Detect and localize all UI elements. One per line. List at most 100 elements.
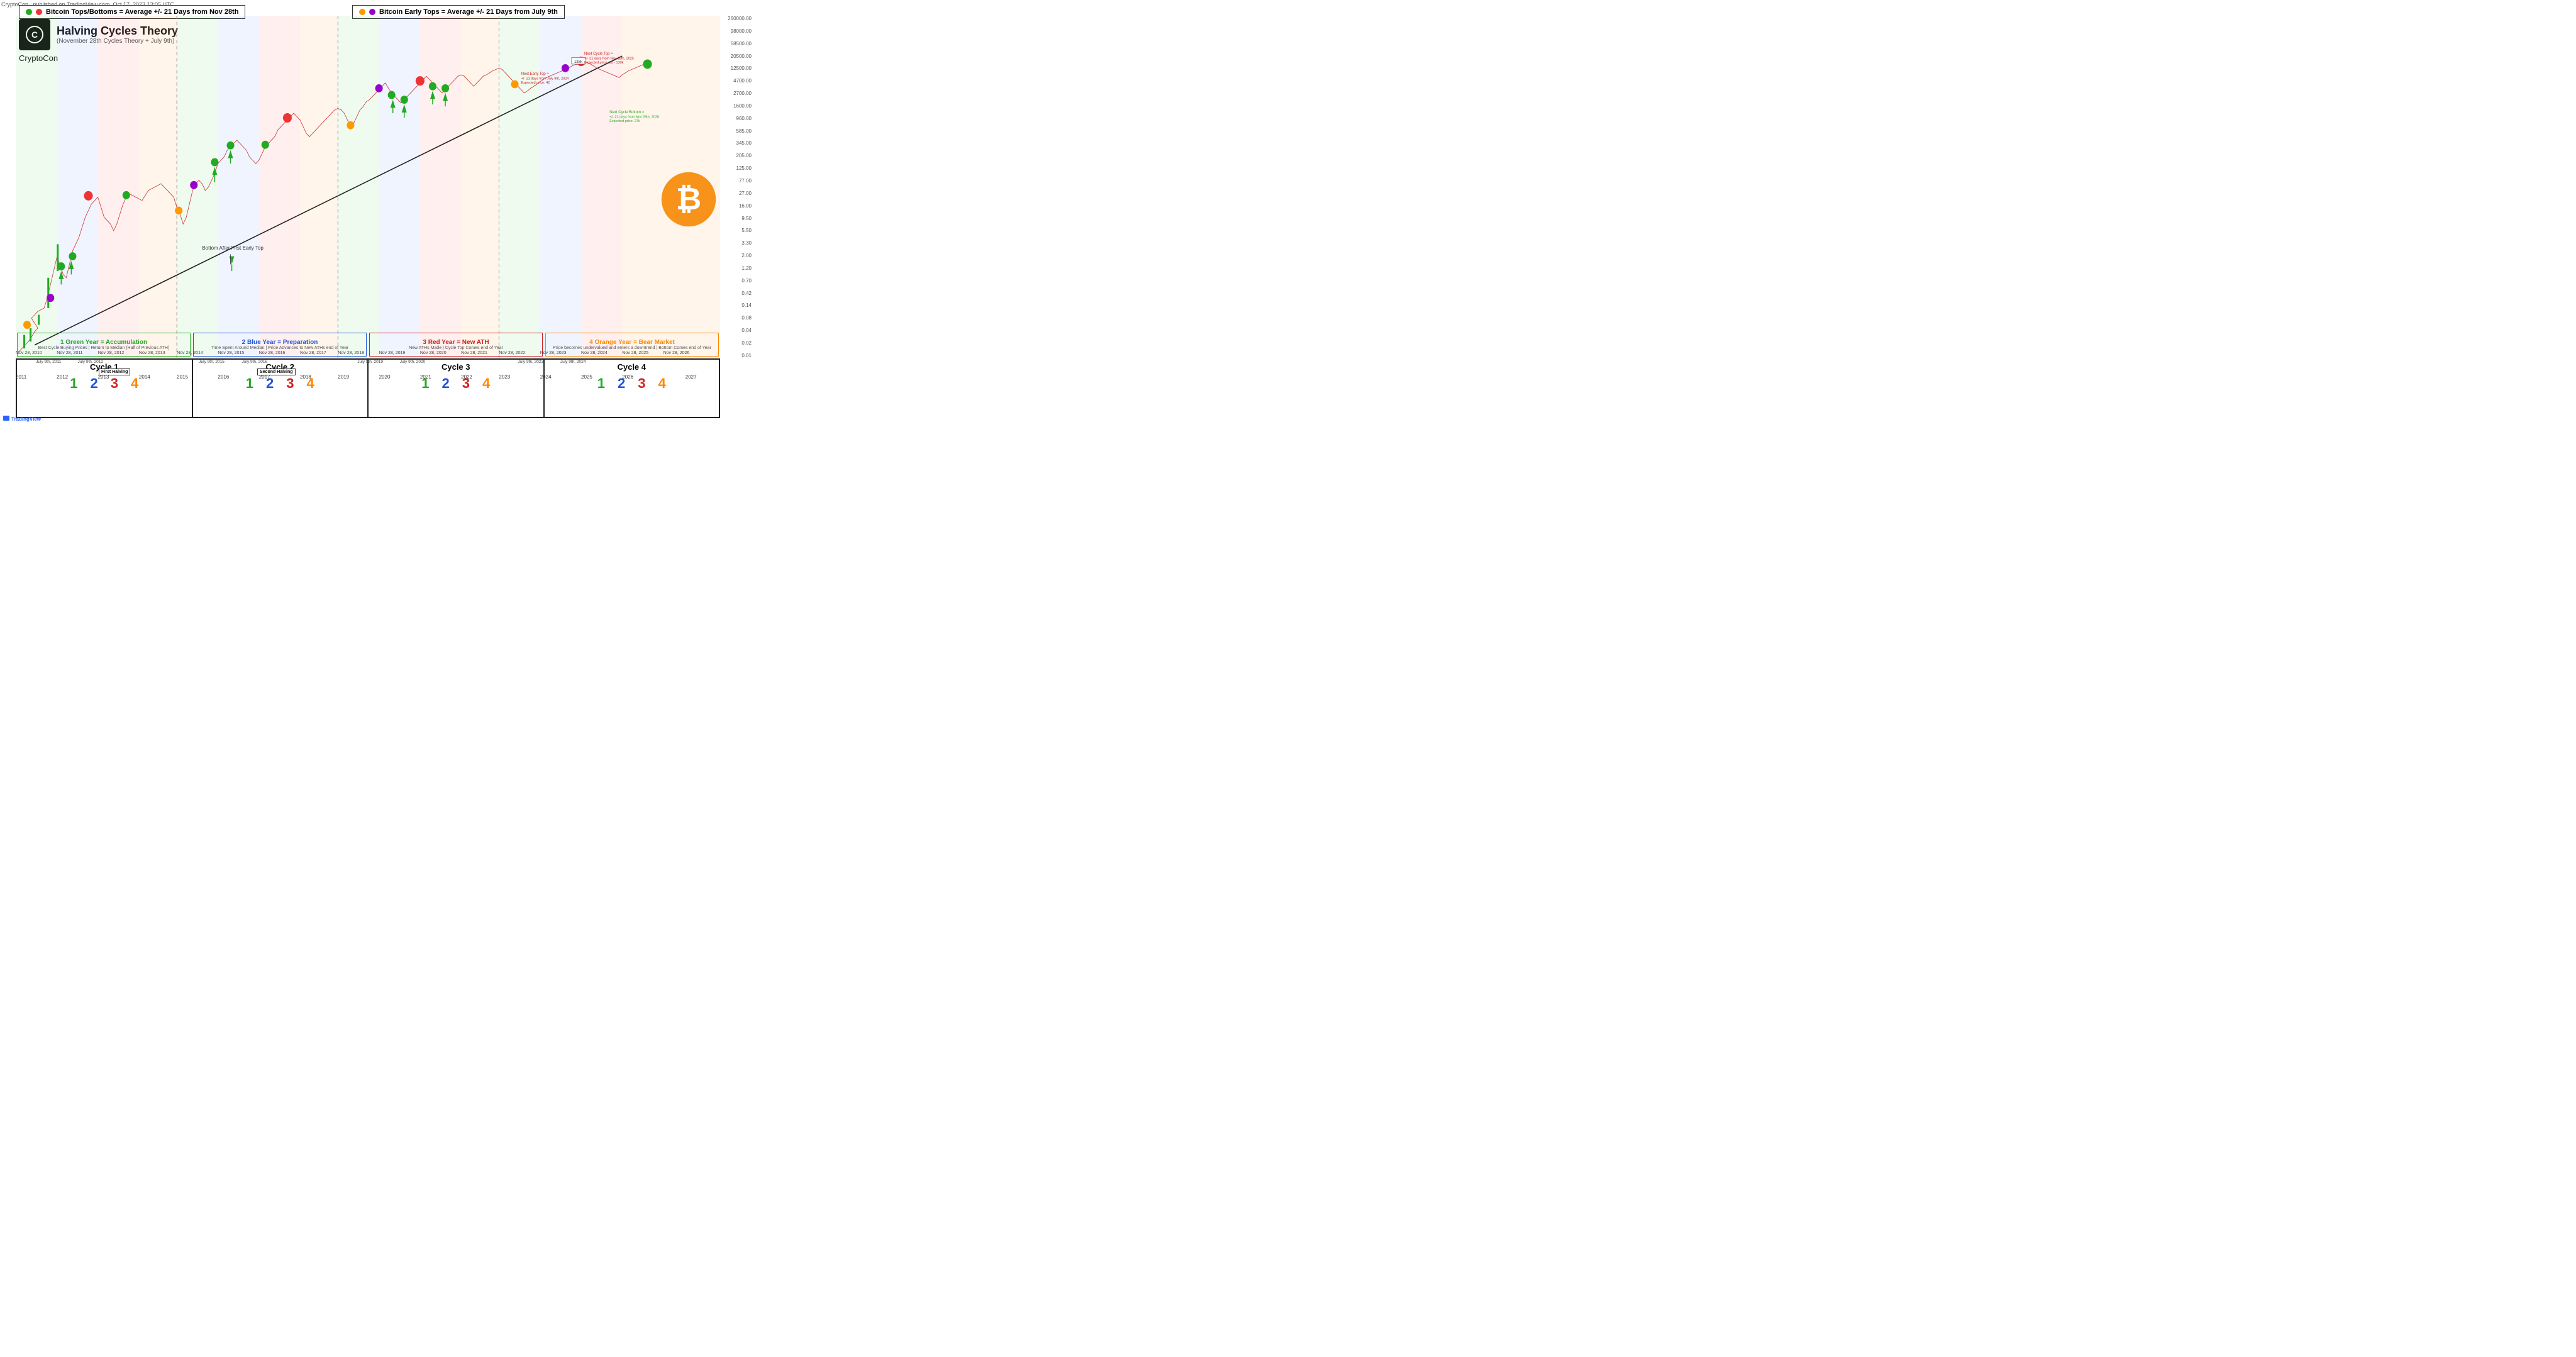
- legend-left-text: Bitcoin Tops/Bottoms = Average +/- 21 Da…: [46, 8, 238, 16]
- svg-text:TradingView: TradingView: [11, 416, 42, 422]
- y-label: 0.04: [741, 328, 752, 333]
- y-label: 27.00: [739, 191, 752, 196]
- svg-text:July 9th, 2016: July 9th, 2016: [242, 360, 268, 364]
- y-label: 345.00: [736, 140, 752, 146]
- svg-text:July 9th, 2019: July 9th, 2019: [357, 360, 383, 364]
- svg-text:2027: 2027: [686, 374, 697, 380]
- y-label: 205.00: [736, 153, 752, 158]
- svg-text:Nov 28, 2026: Nov 28, 2026: [663, 351, 690, 355]
- y-label: 0.42: [741, 291, 752, 296]
- svg-text:2018: 2018: [300, 374, 311, 380]
- svg-text:July 9th, 2011: July 9th, 2011: [36, 360, 61, 364]
- y-label: 98000.00: [731, 28, 752, 34]
- svg-text:July 9th, 2024: July 9th, 2024: [560, 360, 586, 364]
- svg-text:2020: 2020: [379, 374, 391, 380]
- svg-text:2014: 2014: [139, 374, 150, 380]
- svg-text:2022: 2022: [461, 374, 472, 380]
- svg-text:Nov 28, 2013: Nov 28, 2013: [139, 351, 165, 355]
- y-label: 9.50: [741, 216, 752, 221]
- svg-text:Next Cycle Bottom ≈: Next Cycle Bottom ≈: [609, 110, 644, 114]
- svg-text:Nov 28, 2020: Nov 28, 2020: [420, 351, 447, 355]
- svg-text:Nov 28, 2015: Nov 28, 2015: [218, 351, 244, 355]
- y-axis: 260000.00 98000.00 58500.00 20500.00 125…: [720, 16, 752, 358]
- orange-year-title: 4 Orange Year = Bear Market: [589, 339, 675, 346]
- y-label: 0.70: [741, 278, 752, 284]
- svg-text:2013: 2013: [98, 374, 109, 380]
- svg-text:Expected price: 27k: Expected price: 27k: [609, 119, 640, 123]
- y-label: 12500.00: [731, 65, 752, 71]
- price-chart: 138k Bottom After First Early Top Next E…: [16, 16, 720, 358]
- blue-year-title: 2 Blue Year = Preparation: [242, 339, 318, 346]
- svg-text:July 9th, 2015: July 9th, 2015: [199, 360, 225, 364]
- x-axis-dates: Nov 28, 2010 Nov 28, 2011 Nov 28, 2012 N…: [16, 346, 720, 357]
- svg-text:₿: ₿: [676, 182, 701, 216]
- svg-text:July 9th, 2020: July 9th, 2020: [400, 360, 426, 364]
- y-label: 2.00: [741, 253, 752, 258]
- purple-dot-legend: [369, 9, 375, 15]
- svg-text:Nov 28, 2014: Nov 28, 2014: [177, 351, 203, 355]
- y-label: 0.08: [741, 315, 752, 321]
- svg-text:Nov 28, 2022: Nov 28, 2022: [499, 351, 525, 355]
- y-label: 0.02: [741, 340, 752, 346]
- cycle-labels: Cycle 1 1 2 3 4 Cycle 2 1 2 3 4 Cycle 3 …: [16, 358, 720, 418]
- svg-text:July 9th, 2012: July 9th, 2012: [77, 360, 103, 364]
- svg-text:July 9th, 2023: July 9th, 2023: [518, 360, 544, 364]
- svg-text:Nov 28, 2017: Nov 28, 2017: [300, 351, 326, 355]
- svg-text:Nov 28, 2010: Nov 28, 2010: [16, 351, 42, 355]
- green-year-title: 1 Green Year = Accumulation: [60, 339, 147, 346]
- y-label: 260000.00: [728, 16, 752, 21]
- svg-text:Expected price: 90 - 130k: Expected price: 90 - 130k: [584, 61, 624, 65]
- svg-text:138k: 138k: [574, 60, 583, 64]
- svg-text:2025: 2025: [581, 374, 592, 380]
- orange-dot-legend: [359, 9, 365, 15]
- svg-text:2016: 2016: [218, 374, 229, 380]
- cycle-4-section: Cycle 4 1 2 3 4: [545, 360, 719, 417]
- svg-text:Nov 28, 2023: Nov 28, 2023: [540, 351, 567, 355]
- y-label: 16.00: [739, 203, 752, 209]
- svg-text:Expected price: 42: Expected price: 42: [521, 81, 550, 85]
- svg-text:Next Cycle Top ≈: Next Cycle Top ≈: [584, 52, 613, 56]
- red-dot-legend: [36, 9, 42, 15]
- svg-text:Nov 28, 2011: Nov 28, 2011: [57, 351, 82, 355]
- y-label: 20500.00: [731, 53, 752, 59]
- svg-text:2012: 2012: [57, 374, 68, 380]
- y-label: 5.50: [741, 228, 752, 233]
- svg-text:2026: 2026: [622, 374, 633, 380]
- svg-text:Nov 28, 2025: Nov 28, 2025: [622, 351, 648, 355]
- svg-text:Nov 28, 2016: Nov 28, 2016: [259, 351, 286, 355]
- svg-text:Nov 28, 2018: Nov 28, 2018: [338, 351, 364, 355]
- svg-text:Nov 28, 2012: Nov 28, 2012: [98, 351, 125, 355]
- y-label: 0.14: [741, 302, 752, 308]
- green-dot-legend: [26, 9, 32, 15]
- x-axis-years: 2011 2012 2013 2014 2015 2016 2017 2018 …: [16, 372, 720, 380]
- y-label: 0.01: [741, 353, 752, 358]
- svg-text:Bottom After First Early Top: Bottom After First Early Top: [202, 245, 264, 251]
- y-label: 1600.00: [733, 103, 752, 109]
- x-axis-july-dates: July 9th, 2011 July 9th, 2012 July 9th, …: [16, 356, 720, 365]
- y-label: 960.00: [736, 116, 752, 121]
- red-year-title: 3 Red Year = New ATH: [423, 339, 489, 346]
- svg-text:2024: 2024: [540, 374, 552, 380]
- bitcoin-logo: ₿: [660, 171, 717, 228]
- svg-text:+/- 21 days from July 9th, 202: +/- 21 days from July 9th, 2024: [521, 77, 569, 80]
- svg-text:2011: 2011: [16, 374, 27, 380]
- svg-text:Nov 28, 2024: Nov 28, 2024: [581, 351, 608, 355]
- y-label: 2700.00: [733, 91, 752, 96]
- y-label: 585.00: [736, 128, 752, 134]
- y-label: 77.00: [739, 178, 752, 184]
- y-label: 4700.00: [733, 78, 752, 84]
- svg-text:+/- 21 days from Nov 28th, 202: +/- 21 days from Nov 28th, 2026: [609, 115, 659, 119]
- svg-text:2017: 2017: [259, 374, 270, 380]
- svg-text:Nov 28, 2019: Nov 28, 2019: [379, 351, 406, 355]
- cycle-3-section: Cycle 3 1 2 3 4: [369, 360, 545, 417]
- svg-text:Nov 28, 2021: Nov 28, 2021: [461, 351, 487, 355]
- tradingview-mark: TradingView: [3, 414, 53, 423]
- svg-text:2015: 2015: [177, 374, 188, 380]
- svg-text:+/- 21 days from Nov 28th, 202: +/- 21 days from Nov 28th, 2025: [584, 57, 634, 60]
- y-label: 1.20: [741, 265, 752, 271]
- y-label: 3.30: [741, 240, 752, 246]
- y-label: 58500.00: [731, 41, 752, 47]
- chart-container: CryptoCon_ published on TradingView.com,…: [0, 0, 755, 424]
- svg-text:Next Early Top ≈: Next Early Top ≈: [521, 72, 550, 76]
- y-label: 125.00: [736, 165, 752, 171]
